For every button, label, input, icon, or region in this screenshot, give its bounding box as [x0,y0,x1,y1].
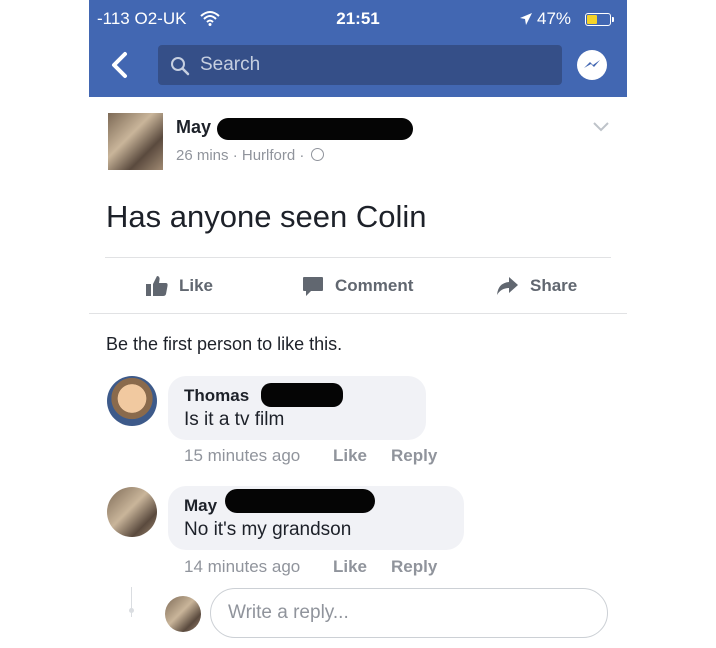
commenter-avatar[interactable] [107,487,157,537]
share-label: Share [530,276,578,295]
share-arrow-icon [497,277,518,295]
comment-text: No it's my grandson [184,519,352,540]
search-placeholder: Search [200,54,261,75]
comment-reply-link[interactable]: Reply [391,446,437,466]
redaction-mark [261,383,343,407]
redaction-mark [225,489,375,513]
commenter-name[interactable]: May [184,496,217,516]
comment-meta: 14 minutes ago Like Reply [184,557,484,579]
comment-reply-link[interactable]: Reply [391,557,437,577]
comment-like-link[interactable]: Like [333,557,367,577]
back-chevron-icon[interactable] [103,48,139,84]
comment-icon [303,277,323,296]
meta-separator: · [232,147,238,164]
commenter-name[interactable]: Thomas [184,386,249,406]
share-button[interactable]: Share [495,274,595,298]
battery-nub [612,17,614,22]
reply-input[interactable]: Write a reply... [210,588,608,638]
thumbs-up-icon [146,276,168,296]
thread-dot [129,608,134,613]
divider [89,313,627,314]
battery-percent: 47% [537,9,572,28]
top-bar: -113 O2-UK 21:51 47% Search [89,0,627,97]
meta-separator: · [299,147,305,164]
post-author-name[interactable]: May [176,117,211,138]
comment-button[interactable]: Comment [301,274,431,298]
post-text: Has anyone seen Colin [106,199,427,234]
post-meta: 26 mins · Hurlford · [176,147,324,164]
reply-placeholder: Write a reply... [228,602,349,623]
current-user-avatar [165,596,201,632]
battery-icon [585,13,611,26]
search-icon [171,57,190,76]
comment-time: 15 minutes ago [184,446,301,465]
comment-time: 14 minutes ago [184,557,301,576]
post-time[interactable]: 26 mins [176,147,229,164]
likes-summary: Be the first person to like this. [106,334,343,354]
like-label: Like [179,276,214,295]
globe-icon [310,148,324,161]
comment-label: Comment [335,276,414,295]
phone-screen: -113 O2-UK 21:51 47% Search May 26 mins … [89,0,627,648]
post-author-avatar[interactable] [108,113,163,170]
post-location[interactable]: Hurlford [242,147,295,164]
status-bar: -113 O2-UK 21:51 47% [89,9,627,31]
commenter-avatar[interactable] [107,376,157,426]
location-arrow-icon [519,11,533,31]
divider [105,257,611,258]
comment-meta: 15 minutes ago Like Reply [184,446,484,468]
comment-like-link[interactable]: Like [333,446,367,466]
post-options-chevron-icon[interactable] [592,120,610,138]
comment-text: Is it a tv film [184,409,285,430]
like-button[interactable]: Like [145,274,235,298]
messenger-icon[interactable] [577,50,607,80]
battery-level-fill [587,15,597,24]
redaction-mark [217,118,413,140]
search-input[interactable]: Search [158,45,562,85]
